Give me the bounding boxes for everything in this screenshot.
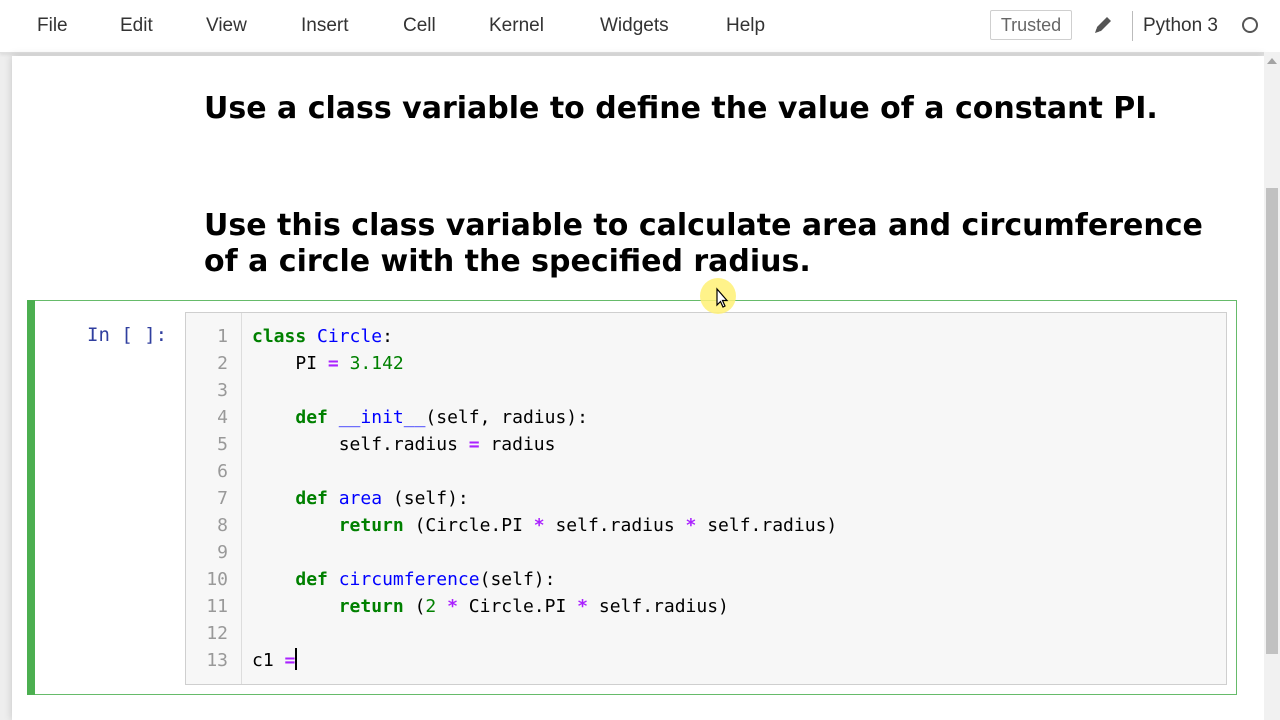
code-operator: = [468,434,480,455]
line-number: 3 [217,380,228,401]
code-keyword: def [295,569,328,590]
line-number: 11 [206,596,228,617]
code-number: 3.142 [349,353,404,374]
menu-cell[interactable]: Cell [403,14,436,38]
trusted-button[interactable]: Trusted [990,10,1072,40]
code-line-4: def __init__(self, radius): [252,404,588,431]
code-operator: * [533,515,545,536]
line-number-gutter: 1 2 3 4 5 6 7 8 9 10 11 12 13 [186,313,242,684]
text-cursor [295,648,298,670]
menu-help[interactable]: Help [726,14,765,38]
line-number: 13 [206,650,228,671]
menu-widgets[interactable]: Widgets [600,14,669,38]
code-editor[interactable]: 1 2 3 4 5 6 7 8 9 10 11 12 13 class Circ… [185,312,1227,685]
code-text: self.radius) [696,515,838,536]
code-operator: = [284,650,296,671]
code-line-10: def circumference(self): [252,566,555,593]
markdown-heading-circle: Use this class variable to calculate are… [204,208,1203,279]
menu-view[interactable]: View [206,14,247,38]
pencil-icon[interactable] [1092,14,1114,36]
line-number: 5 [217,434,228,455]
code-text: (Circle.PI [403,515,534,536]
page-scrollbar[interactable] [1264,52,1280,720]
markdown-heading-pi: Use a class variable to define the value… [204,91,1158,126]
code-text: self.radius [338,434,458,455]
line-number: 8 [217,515,228,536]
code-operator: * [447,596,458,617]
code-operator: * [685,515,697,536]
code-text: c1 [252,650,285,671]
code-text: radius [490,434,556,455]
code-line-11: return (2 * Circle.PI * self.radius) [252,593,729,620]
code-class-name: Circle [317,326,383,347]
menu-kernel[interactable]: Kernel [489,14,544,38]
code-number: 2 [425,596,437,617]
code-function-name: area [338,488,383,509]
scrollbar-thumb[interactable] [1266,188,1278,654]
line-number: 4 [217,407,228,428]
code-line-13: c1 = [252,647,298,674]
line-number: 9 [217,542,228,563]
code-text: (self): [479,569,556,590]
code-function-name: __init__ [338,407,426,428]
code-keyword: def [295,407,328,428]
menu-insert[interactable]: Insert [301,14,349,38]
line-number: 2 [217,353,228,374]
input-prompt: In [ ]: [87,324,168,346]
code-function-name: circumference [338,569,480,590]
mouse-pointer-icon [700,278,736,314]
menubar: File Edit View Insert Cell Kernel Widget… [0,0,1280,53]
code-operator: = [327,353,339,374]
scroll-up-arrow-icon[interactable] [1267,58,1277,64]
code-keyword: return [338,515,404,536]
cell-selection-bar [27,300,35,695]
code-line-8: return (Circle.PI * self.radius * self.r… [252,512,838,539]
code-text: ( [403,596,426,617]
code-operator: * [577,596,589,617]
code-keyword: def [295,488,328,509]
code-keyword: class [252,326,307,347]
code-line-1: class Circle: [252,323,393,350]
line-number: 7 [217,488,228,509]
code-text: self.radius [544,515,686,536]
code-text: (self, radius): [425,407,588,428]
menu-edit[interactable]: Edit [120,14,153,38]
menu-file[interactable]: File [37,14,68,38]
code-line-2: PI = 3.142 [252,350,404,377]
line-number: 1 [217,326,228,347]
code-keyword: return [338,596,404,617]
kernel-idle-circle-icon [1242,17,1258,33]
code-text: : [382,326,393,347]
code-text: (self): [382,488,469,509]
code-text: self.radius) [588,596,729,617]
line-number: 6 [217,461,228,482]
code-line-5: self.radius = radius [252,431,556,458]
code-text: Circle.PI [457,596,578,617]
code-text: PI [295,353,318,374]
kernel-name: Python 3 [1143,15,1218,36]
line-number: 10 [206,569,228,590]
line-number: 12 [206,623,228,644]
code-line-7: def area (self): [252,485,469,512]
kernel-divider [1132,11,1133,41]
